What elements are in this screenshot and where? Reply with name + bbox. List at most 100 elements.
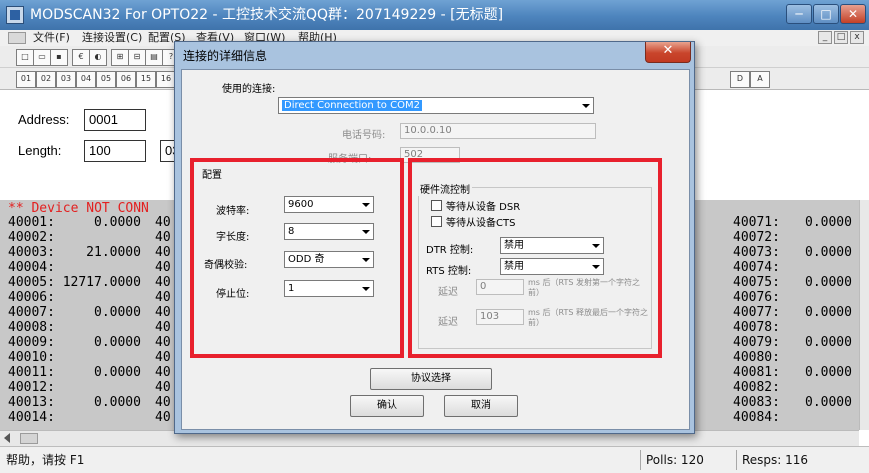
highlight-box-config	[190, 158, 404, 358]
menu-connection[interactable]: 连接设置(C)	[82, 30, 142, 46]
mdi-minimize-button[interactable]: _	[818, 31, 832, 44]
highlight-box-flow-control	[408, 158, 662, 358]
register-value: 0.0000	[94, 365, 141, 380]
format-ascii-icon[interactable]: A	[750, 71, 770, 88]
save-file-icon[interactable]: ▪	[50, 49, 68, 66]
fc15-icon[interactable]: 15	[136, 71, 156, 88]
maximize-button[interactable]: □	[813, 4, 839, 24]
fc02-icon[interactable]: 02	[36, 71, 56, 88]
register-value: 0.0000	[805, 395, 852, 410]
table-row: 40003: 21.0000	[8, 245, 141, 260]
register-address: 40002:	[8, 230, 55, 245]
register-address-partial: 40	[155, 395, 171, 410]
register-address-partial: 40	[155, 290, 171, 305]
status-bar: 帮助，请按 F1 Polls: 120 Resps: 116	[0, 446, 869, 473]
table-row: 40071: 0.0000	[733, 215, 852, 230]
menu-file[interactable]: 文件(F)	[33, 30, 70, 46]
status-polls: Polls: 120	[640, 450, 735, 470]
register-address: 40074:	[733, 260, 780, 275]
fc03-icon[interactable]: 03	[56, 71, 76, 88]
register-address: 40083:	[733, 395, 780, 410]
table-row: 40008:	[8, 320, 141, 335]
window-title: MODSCAN32 For OPTO22 - 工控技术交流QQ群：2071492…	[0, 0, 869, 30]
print-icon[interactable]: ⊞	[111, 49, 129, 66]
register-address-partial: 40	[155, 320, 171, 335]
disconnect-icon[interactable]: ◐	[89, 49, 107, 66]
register-address: 40072:	[733, 230, 780, 245]
register-value: 0.0000	[805, 245, 852, 260]
register-address: 40007:	[8, 305, 55, 320]
table-row: 40072:	[733, 230, 852, 245]
register-value: 0.0000	[805, 305, 852, 320]
table-row: 40001: 0.0000	[8, 215, 141, 230]
tool-a-icon[interactable]: ⊟	[128, 49, 146, 66]
register-address-partial: 40	[155, 335, 171, 350]
connection-details-dialog: 连接的详细信息 ✕ 使用的连接: Direct Connection to CO…	[174, 41, 695, 434]
new-file-icon[interactable]: □	[16, 49, 34, 66]
table-row: 40075: 0.0000	[733, 275, 852, 290]
table-row: 40074:	[733, 260, 852, 275]
scroll-left-icon[interactable]	[4, 433, 10, 443]
register-value: 0.0000	[805, 365, 852, 380]
mdi-restore-button[interactable]: □	[834, 31, 848, 44]
status-resps: Resps: 116	[736, 450, 856, 470]
fc06-icon[interactable]: 06	[116, 71, 136, 88]
connect-icon[interactable]: €	[72, 49, 90, 66]
register-value: 0.0000	[94, 305, 141, 320]
table-row: 40004:	[8, 260, 141, 275]
mdi-doc-icon	[8, 32, 26, 44]
connection-select-value: Direct Connection to COM2	[282, 100, 422, 111]
register-address-partial: 40	[155, 350, 171, 365]
open-file-icon[interactable]: ▭	[33, 49, 51, 66]
cancel-button[interactable]: 取消	[444, 395, 518, 417]
register-address: 40001:	[8, 215, 55, 230]
register-address-partial: 40	[155, 275, 171, 290]
fc04-icon[interactable]: 04	[76, 71, 96, 88]
register-address: 40077:	[733, 305, 780, 320]
tool-b-icon[interactable]: ▤	[145, 49, 163, 66]
length-input[interactable]: 100	[84, 140, 146, 162]
minimize-button[interactable]: ─	[786, 4, 812, 24]
register-address: 40073:	[733, 245, 780, 260]
register-address: 40012:	[8, 380, 55, 395]
device-status-message: ** Device NOT CONN	[8, 201, 149, 216]
connection-select[interactable]: Direct Connection to COM2	[278, 97, 594, 114]
mdi-close-button[interactable]: x	[850, 31, 864, 44]
register-address-partial: 40	[155, 260, 171, 275]
register-value: 12717.0000	[62, 275, 141, 290]
ok-button[interactable]: 确认	[350, 395, 424, 417]
register-address: 40010:	[8, 350, 55, 365]
fc05-icon[interactable]: 05	[96, 71, 116, 88]
format-decimal-icon[interactable]: D	[730, 71, 750, 88]
fc16-icon[interactable]: 16	[156, 71, 176, 88]
fc01-icon[interactable]: 01	[16, 71, 36, 88]
protocol-select-button[interactable]: 协议选择	[370, 368, 492, 390]
register-value: 0.0000	[805, 215, 852, 230]
table-row: 40076:	[733, 290, 852, 305]
register-address-partial: 40	[155, 245, 171, 260]
table-row: 40010:	[8, 350, 141, 365]
register-value: 0.0000	[94, 215, 141, 230]
table-row: 40080:	[733, 350, 852, 365]
register-address: 40006:	[8, 290, 55, 305]
register-address: 40079:	[733, 335, 780, 350]
register-address: 40084:	[733, 410, 780, 425]
vertical-scrollbar[interactable]	[859, 200, 869, 430]
table-row: 40084:	[733, 410, 852, 425]
table-row: 40013: 0.0000	[8, 395, 141, 410]
chevron-down-icon	[578, 98, 593, 113]
scroll-thumb[interactable]	[20, 433, 38, 444]
table-row: 40005: 12717.0000	[8, 275, 141, 290]
table-row: 40009: 0.0000	[8, 335, 141, 350]
table-row: 40006:	[8, 290, 141, 305]
dialog-close-button[interactable]: ✕	[645, 42, 691, 63]
address-input[interactable]: 0001	[84, 109, 146, 131]
phone-input[interactable]: 10.0.0.10	[400, 123, 596, 139]
table-row: 40077: 0.0000	[733, 305, 852, 320]
register-value: 0.0000	[805, 275, 852, 290]
table-row: 40083: 0.0000	[733, 395, 852, 410]
address-label: Address:	[18, 112, 70, 127]
dialog-title: 连接的详细信息	[183, 49, 268, 63]
register-address-partial: 40	[155, 380, 171, 395]
close-button[interactable]: ✕	[840, 4, 866, 24]
